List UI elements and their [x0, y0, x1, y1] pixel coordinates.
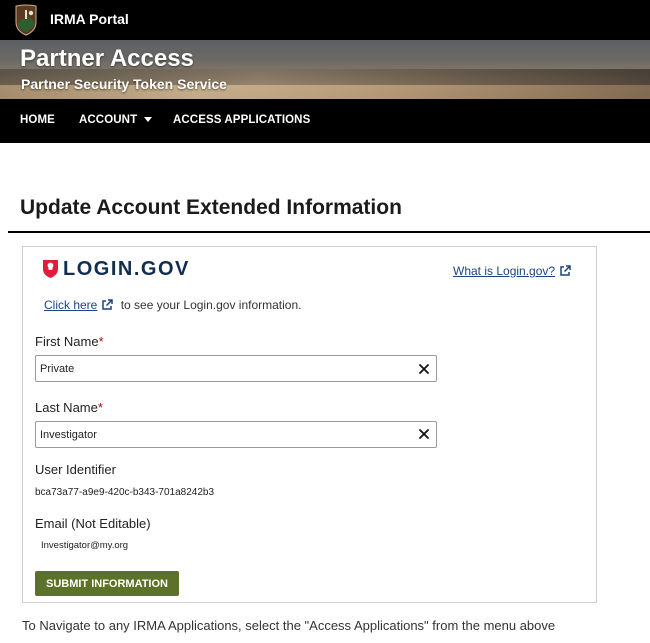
nav-access-applications[interactable]: ACCESS APPLICATIONS	[173, 114, 310, 126]
banner-subtitle: Partner Security Token Service	[21, 76, 227, 92]
last-name-label: Last Name*	[35, 400, 103, 415]
title-divider	[8, 231, 650, 233]
top-bar: IRMA Portal	[0, 0, 650, 40]
user-identifier-label: User Identifier	[35, 462, 116, 477]
nps-arrowhead-icon[interactable]	[14, 4, 38, 36]
header-banner: Partner Access Partner Security Token Se…	[0, 40, 650, 99]
app-title: IRMA Portal	[50, 11, 129, 27]
login-gov-info-text: to see your Login.gov information.	[120, 298, 302, 312]
what-is-login-gov-link[interactable]: What is Login.gov?	[453, 264, 571, 278]
last-name-label-text: Last Name	[35, 400, 98, 415]
required-marker: *	[97, 400, 103, 415]
last-name-input[interactable]	[35, 421, 437, 448]
main-nav: HOME ACCOUNT ACCESS APPLICATIONS	[0, 99, 650, 143]
navigation-hint: To Navigate to any IRMA Applications, se…	[22, 618, 556, 633]
caret-down-icon	[144, 117, 153, 123]
nav-home[interactable]: HOME	[20, 114, 55, 126]
email-label: Email (Not Editable)	[35, 516, 151, 531]
nav-account-label: ACCOUNT	[79, 114, 138, 126]
nav-account[interactable]: ACCOUNT	[79, 114, 153, 126]
login-gov-wordmark: LOGIN.GOV	[63, 258, 190, 280]
login-gov-info: Click here to see your Login.gov informa…	[44, 298, 301, 312]
first-name-label-text: First Name	[35, 334, 99, 349]
clear-first-name-icon[interactable]	[417, 362, 431, 376]
user-identifier-value: bca73a77-a9e9-420c-b343-701a8242b3	[35, 487, 215, 498]
required-marker: *	[98, 334, 104, 349]
submit-information-button[interactable]: SUBMIT INFORMATION	[35, 571, 179, 596]
what-is-login-gov-label: What is Login.gov?	[453, 264, 556, 278]
banner-title: Partner Access	[20, 45, 194, 72]
first-name-label: First Name*	[35, 334, 104, 349]
external-link-icon	[102, 299, 114, 310]
page-title: Update Account Extended Information	[20, 196, 402, 219]
login-gov-shield-icon	[43, 260, 58, 278]
external-link-icon	[560, 265, 571, 276]
click-here-label: Click here	[44, 298, 98, 312]
clear-last-name-icon[interactable]	[417, 427, 431, 441]
first-name-input[interactable]	[35, 355, 437, 382]
click-here-link[interactable]: Click here	[44, 298, 114, 312]
email-value: Investigator@my.org	[41, 540, 129, 551]
